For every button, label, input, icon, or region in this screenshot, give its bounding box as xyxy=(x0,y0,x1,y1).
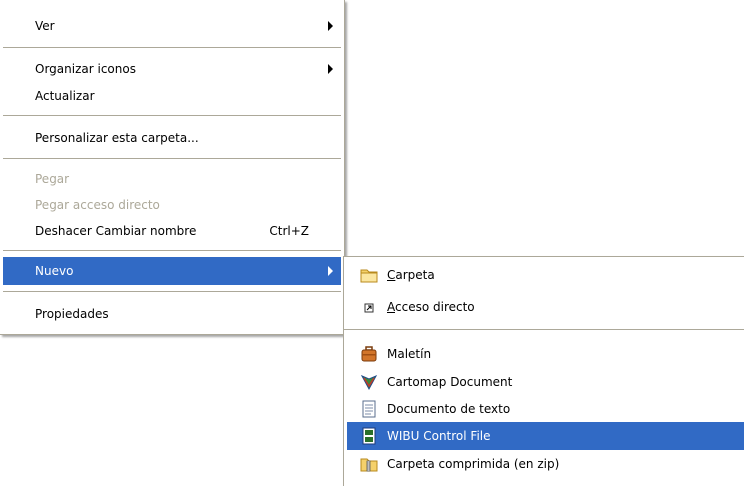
menu-item-ver[interactable]: Ver xyxy=(3,12,341,40)
cartomap-icon xyxy=(360,373,378,391)
label-rest: cceso directo xyxy=(395,300,475,314)
text-document-icon xyxy=(360,400,378,418)
label-rest: arpeta xyxy=(395,268,435,282)
menu-item-personalizar-carpeta[interactable]: Personalizar esta carpeta... xyxy=(3,124,341,152)
submenu-arrow-icon xyxy=(328,21,333,31)
submenu-item-label: Acceso directo xyxy=(387,300,475,314)
shortcut-icon xyxy=(360,298,378,316)
submenu-item-label: Documento de texto xyxy=(387,402,511,416)
menu-item-label: Propiedades xyxy=(35,307,109,321)
menu-item-label: Nuevo xyxy=(35,264,74,278)
menu-item-label: Personalizar esta carpeta... xyxy=(35,131,199,145)
menu-separator xyxy=(3,250,341,251)
menu-item-label: Organizar iconos xyxy=(35,62,136,76)
menu-item-pegar-acceso-directo[interactable]: Pegar acceso directo xyxy=(3,191,341,219)
submenu-item-label: Carpeta xyxy=(387,268,435,282)
submenu-arrow-icon xyxy=(328,266,333,276)
menu-item-label: Pegar acceso directo xyxy=(35,198,160,212)
menu-item-pegar[interactable]: Pegar xyxy=(3,165,341,193)
submenu-item-label: Maletín xyxy=(387,347,432,361)
menu-item-nuevo[interactable]: Nuevo xyxy=(3,257,341,285)
shortcut-label: Ctrl+Z xyxy=(269,224,309,238)
mnemonic-letter: A xyxy=(387,300,395,314)
submenu-item-cartomap-document[interactable]: Cartomap Document xyxy=(347,368,744,396)
menu-separator xyxy=(3,158,341,159)
menu-separator xyxy=(3,115,341,116)
zip-folder-icon xyxy=(360,455,378,473)
menu-item-label: Deshacer Cambiar nombre xyxy=(35,224,197,238)
submenu-item-carpeta[interactable]: Carpeta xyxy=(347,261,744,289)
menu-item-deshacer[interactable]: Deshacer Cambiar nombre Ctrl+Z xyxy=(3,217,341,245)
submenu-item-maletin[interactable]: Maletín xyxy=(347,340,744,368)
menu-item-organizar-iconos[interactable]: Organizar iconos xyxy=(3,55,341,83)
wibu-file-icon xyxy=(360,427,378,445)
new-submenu: Carpeta Acceso directo Maletín Cartomap … xyxy=(343,256,744,486)
submenu-item-label: Carpeta comprimida (en zip) xyxy=(387,457,560,471)
menu-separator xyxy=(344,329,744,330)
menu-item-label: Ver xyxy=(35,19,55,33)
briefcase-icon xyxy=(360,345,378,363)
menu-separator xyxy=(3,47,341,48)
menu-item-propiedades[interactable]: Propiedades xyxy=(3,300,341,328)
folder-icon xyxy=(360,266,378,284)
menu-separator xyxy=(3,291,341,292)
submenu-item-carpeta-comprimida[interactable]: Carpeta comprimida (en zip) xyxy=(347,450,744,478)
menu-item-label: Pegar xyxy=(35,172,70,186)
submenu-item-acceso-directo[interactable]: Acceso directo xyxy=(347,293,744,321)
submenu-item-documento-texto[interactable]: Documento de texto xyxy=(347,395,744,423)
context-menu: Ver Organizar iconos Actualizar Personal… xyxy=(0,0,345,335)
menu-item-label: Actualizar xyxy=(35,89,95,103)
submenu-item-wibu-control-file[interactable]: WIBU Control File xyxy=(347,422,744,450)
menu-item-actualizar[interactable]: Actualizar xyxy=(3,82,341,110)
submenu-item-label: Cartomap Document xyxy=(387,375,513,389)
submenu-arrow-icon xyxy=(328,64,333,74)
submenu-item-label: WIBU Control File xyxy=(387,429,491,443)
